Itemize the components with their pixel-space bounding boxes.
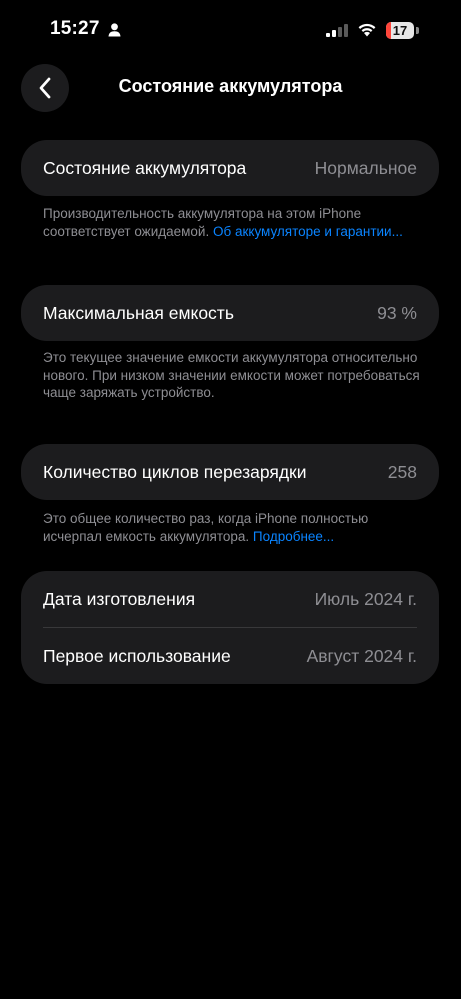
dates-card: Дата изготовления Июль 2024 г. Первое ис… — [21, 571, 439, 684]
signal-icon — [326, 24, 348, 42]
battery-health-footnote: Производительность аккумулятора на этом … — [43, 205, 423, 240]
battery-icon: 17 — [386, 22, 414, 39]
first-use-row: Первое использование Август 2024 г. — [21, 628, 439, 684]
max-capacity-value: 93 % — [377, 302, 417, 323]
max-capacity-card: Максимальная емкость 93 % — [21, 285, 439, 341]
battery-health-value: Нормальное — [314, 157, 417, 178]
max-capacity-label: Максимальная емкость — [43, 302, 234, 323]
cycle-count-footnote: Это общее количество раз, когда iPhone п… — [43, 510, 423, 545]
wifi-icon — [357, 22, 377, 42]
learn-more-link[interactable]: Подробнее... — [253, 529, 334, 544]
manufacture-date-value: Июль 2024 г. — [314, 588, 417, 609]
cycle-count-card: Количество циклов перезарядки 258 — [21, 444, 439, 500]
page-title: Состояние аккумулятора — [118, 76, 343, 96]
person-icon — [108, 23, 121, 42]
max-capacity-row: Максимальная емкость 93 % — [21, 285, 439, 341]
cycle-count-row: Количество циклов перезарядки 258 — [21, 444, 439, 500]
status-bar: 15:27 17 — [0, 0, 461, 60]
first-use-value: Август 2024 г. — [306, 645, 417, 666]
cycle-count-value: 258 — [387, 461, 417, 482]
battery-percent: 17 — [392, 23, 408, 38]
max-capacity-footnote: Это текущее значение емкости аккумулятор… — [43, 350, 420, 400]
manufacture-date-label: Дата изготовления — [43, 588, 196, 609]
battery-health-label: Состояние аккумулятора — [43, 157, 247, 178]
battery-health-card: Состояние аккумулятора Нормальное — [21, 140, 439, 196]
manufacture-date-row: Дата изготовления Июль 2024 г. — [21, 571, 439, 627]
cycle-count-label: Количество циклов перезарядки — [43, 461, 307, 482]
battery-warranty-link[interactable]: Об аккумуляторе и гарантии... — [213, 224, 403, 239]
first-use-label: Первое использование — [43, 645, 231, 666]
battery-health-row: Состояние аккумулятора Нормальное — [21, 140, 439, 196]
battery-cap — [416, 27, 419, 34]
status-time: 15:27 — [50, 18, 100, 39]
